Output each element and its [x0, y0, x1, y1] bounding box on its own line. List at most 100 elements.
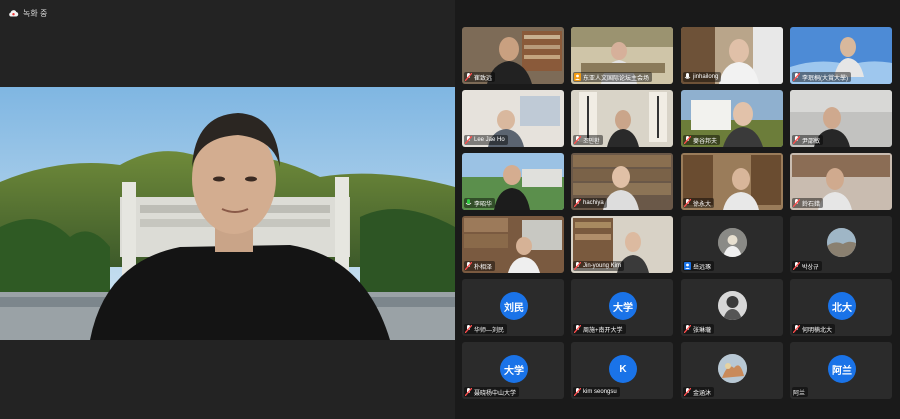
- participant-tile[interactable]: 박상규: [790, 216, 892, 273]
- participant-name: 조민환: [583, 138, 600, 145]
- participant-tile[interactable]: 阿兰 阿兰: [790, 342, 892, 399]
- participant-name: 李珉桐(大賞大學): [802, 75, 848, 82]
- recording-indicator[interactable]: 녹화 중: [8, 6, 47, 20]
- mic-muted-icon: [573, 387, 582, 397]
- participant-tile[interactable]: K kim seongsu: [571, 342, 673, 399]
- participant-name-tag: hachiya: [573, 198, 607, 208]
- participant-name-tag: 华师—刘民: [464, 324, 508, 334]
- participant-name: 麥谷邦夫: [693, 138, 718, 145]
- participant-name-tag: 朴相泽: [464, 261, 496, 271]
- participant-tile[interactable]: 大学 周施+南开大学: [571, 279, 673, 336]
- participant-avatar: [718, 291, 747, 320]
- participant-name-tag: 崔致远: [464, 72, 496, 82]
- participant-tile[interactable]: jinhailong: [681, 27, 783, 84]
- participant-tile[interactable]: hachiya: [571, 153, 673, 210]
- participant-name: 东亚人文国际论坛主会场: [583, 75, 650, 82]
- participant-tile[interactable]: 徐永大: [681, 153, 783, 210]
- mic-muted-icon: [464, 324, 473, 334]
- participant-tile[interactable]: 朴相泽: [462, 216, 564, 273]
- participant-name: 何明楠北大: [802, 327, 833, 334]
- participant-gallery: 崔致远 东亚人文国际论坛主会场 jinhailong 李珉桐(大賞大學) Lee…: [455, 0, 900, 419]
- participant-avatar: 阿兰: [828, 355, 856, 383]
- participant-tile[interactable]: Jin-young Kim: [571, 216, 673, 273]
- participant-avatar: [718, 228, 747, 257]
- participant-name-tag: 徐永大: [683, 198, 715, 208]
- participant-avatar: [827, 228, 856, 257]
- participant-name-tag: 何明楠北大: [792, 324, 836, 334]
- mic-muted-icon: [464, 387, 473, 397]
- person-icon: [684, 262, 691, 270]
- person-icon: [574, 73, 581, 81]
- participant-name: 朴相泽: [474, 264, 493, 271]
- participant-name: jinhailong: [693, 74, 719, 80]
- mic-muted-icon: [573, 135, 582, 145]
- participant-name-tag: 东亚人文国际论坛主会场: [573, 72, 653, 82]
- participant-tile[interactable]: 鈴石錯: [790, 153, 892, 210]
- speaker-video-frame: [0, 87, 455, 340]
- participant-name: 阿兰: [793, 390, 806, 397]
- participant-avatar: 北大: [828, 292, 856, 320]
- participant-name: 岳远琢: [693, 264, 712, 271]
- participant-tile[interactable]: 李昭华: [462, 153, 564, 210]
- mic-icon: [465, 199, 472, 207]
- participant-name-tag: 金涵沐: [683, 387, 715, 397]
- recording-label: 녹화 중: [23, 8, 48, 18]
- participant-name-tag: 岳远琢: [683, 261, 715, 271]
- participant-name: 徐永大: [693, 201, 712, 208]
- mic-muted-icon: [573, 198, 582, 208]
- mic-muted-icon: [792, 261, 801, 271]
- participant-avatar: 大学: [609, 292, 637, 320]
- participant-tile[interactable]: 尹邵敏: [790, 90, 892, 147]
- participant-name-tag: 李珉桐(大賞大學): [792, 72, 851, 82]
- participant-name: 李昭华: [474, 201, 493, 208]
- participant-tile[interactable]: 刘民 华师—刘民: [462, 279, 564, 336]
- mic-muted-icon: [792, 72, 801, 82]
- participant-tile[interactable]: 麥谷邦夫: [681, 90, 783, 147]
- participant-name-tag: Jin-young Kim: [573, 261, 625, 271]
- participant-name: Lee Jae Ho: [474, 137, 505, 143]
- mic-muted-icon: [464, 72, 473, 82]
- cloud-record-icon: [8, 9, 19, 17]
- participant-name: hachiya: [583, 200, 604, 206]
- participant-tile[interactable]: 北大 何明楠北大: [790, 279, 892, 336]
- participant-name: 尹邵敏: [802, 138, 821, 145]
- participant-tile[interactable]: 东亚人文国际论坛主会场: [571, 27, 673, 84]
- participant-tile[interactable]: 李珉桐(大賞大學): [790, 27, 892, 84]
- participant-name: 金涵沐: [693, 390, 712, 397]
- participant-name-tag: 尹邵敏: [792, 135, 824, 145]
- participant-name: Jin-young Kim: [583, 263, 622, 269]
- participant-name: 聂晓杨中山大学: [474, 390, 517, 397]
- mic-muted-icon: [683, 324, 692, 334]
- participant-avatar: 刘民: [500, 292, 528, 320]
- participant-name-tag: 聂晓杨中山大学: [464, 387, 520, 397]
- participant-tile[interactable]: 金涵沐: [681, 342, 783, 399]
- mic-icon: [684, 73, 691, 81]
- participant-name: 박상규: [802, 264, 819, 271]
- participant-name-tag: 周施+南开大学: [573, 324, 626, 334]
- main-stage: 녹화 중: [0, 0, 455, 419]
- active-speaker-video[interactable]: [0, 87, 455, 340]
- participant-avatar: K: [609, 355, 637, 383]
- participant-tile[interactable]: 岳远琢: [681, 216, 783, 273]
- participant-avatar: [718, 354, 747, 383]
- participant-tile[interactable]: Lee Jae Ho: [462, 90, 564, 147]
- mic-muted-icon: [792, 324, 801, 334]
- participant-name-tag: Lee Jae Ho: [464, 135, 508, 145]
- participant-name-tag: 阿兰: [792, 387, 809, 397]
- participant-tile[interactable]: 大学 聂晓杨中山大学: [462, 342, 564, 399]
- participant-name-tag: 鈴石錯: [792, 198, 824, 208]
- mic-muted-icon: [464, 261, 473, 271]
- mic-muted-icon: [792, 198, 801, 208]
- participant-name: 鈴石錯: [802, 201, 821, 208]
- participant-tile[interactable]: 张琳瓏: [681, 279, 783, 336]
- participant-name-tag: 박상규: [792, 261, 822, 271]
- participant-tile[interactable]: 조민환: [571, 90, 673, 147]
- participant-name-tag: 张琳瓏: [683, 324, 715, 334]
- mic-muted-icon: [573, 324, 582, 334]
- mic-muted-icon: [683, 198, 692, 208]
- participant-tile[interactable]: 崔致远: [462, 27, 564, 84]
- participant-name: 周施+南开大学: [583, 327, 623, 334]
- participant-name-tag: jinhailong: [683, 72, 722, 82]
- mic-muted-icon: [683, 387, 692, 397]
- participant-name-tag: 조민환: [573, 135, 603, 145]
